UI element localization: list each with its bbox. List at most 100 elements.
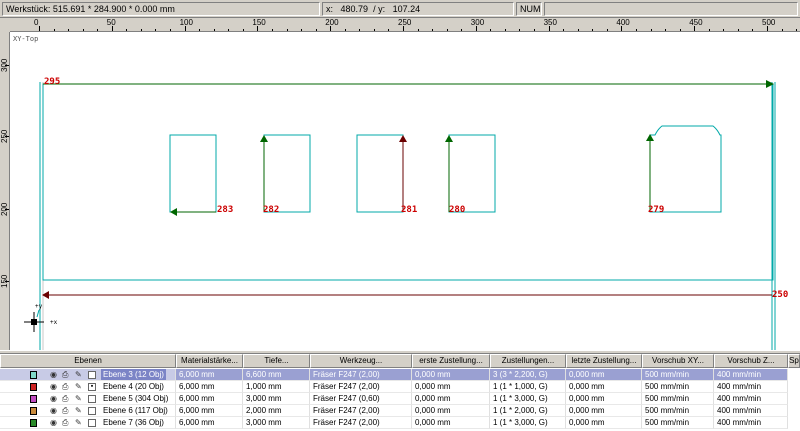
layer-first-cell[interactable]: 0,000 mm bbox=[412, 417, 490, 429]
layer-checkbox[interactable] bbox=[88, 395, 96, 403]
column-header[interactable]: erste Zustellung... bbox=[412, 354, 490, 368]
layer-color-swatch[interactable] bbox=[30, 419, 37, 427]
edit-pencil-icon[interactable]: ✎ bbox=[75, 418, 82, 428]
edit-pencil-icon[interactable]: ✎ bbox=[75, 370, 82, 380]
layer-checkbox[interactable] bbox=[88, 371, 96, 379]
layer-name[interactable]: Ebene 6 (117 Obj) bbox=[101, 405, 170, 416]
layer-fxy-cell[interactable]: 500 mm/min bbox=[642, 381, 714, 393]
edit-pencil-icon[interactable]: ✎ bbox=[75, 406, 82, 416]
cad-drawing[interactable]: XY-Top 295 283 282 281 280 279 250 +x +y bbox=[10, 32, 800, 350]
layer-name[interactable]: Ebene 4 (20 Obj) bbox=[101, 381, 166, 392]
layer-mat-cell[interactable]: 6,000 mm bbox=[176, 417, 243, 429]
layer-tool-cell[interactable]: Fräser F247 (2,00) bbox=[310, 417, 412, 429]
visibility-eye-icon[interactable]: ◉ bbox=[50, 370, 57, 380]
layer-fz-cell[interactable]: 400 mm/min bbox=[714, 369, 788, 381]
pocket-281[interactable] bbox=[356, 134, 404, 213]
layer-depth-cell[interactable]: 3,000 mm bbox=[243, 417, 310, 429]
layer-last-cell[interactable]: 0,000 mm bbox=[566, 405, 642, 417]
layer-last-cell[interactable]: 0,000 mm bbox=[566, 369, 642, 381]
layer-steps-cell[interactable]: 1 (1 * 3,000, G) bbox=[490, 393, 566, 405]
column-header[interactable]: Vorschub Z... bbox=[714, 354, 788, 368]
layer-first-cell[interactable]: 0,000 mm bbox=[412, 393, 490, 405]
layer-name-cell[interactable]: ◉ ⎙ ✎ Ebene 5 (304 Obj) bbox=[0, 393, 176, 405]
visibility-eye-icon[interactable]: ◉ bbox=[50, 418, 57, 428]
layer-row[interactable]: ◉ ⎙ ✎ Ebene 5 (304 Obj) 6,000 mm 3,000 mm Fräs… bbox=[0, 393, 800, 405]
layer-name-cell[interactable]: ◉ ⎙ ✎ Ebene 7 (36 Obj) bbox=[0, 417, 176, 429]
layer-tool-cell[interactable]: Fräser F247 (0,60) bbox=[310, 393, 412, 405]
layer-mat-cell[interactable]: 6,000 mm bbox=[176, 393, 243, 405]
print-icon[interactable]: ⎙ bbox=[62, 406, 68, 416]
layer-fz-cell[interactable]: 400 mm/min bbox=[714, 405, 788, 417]
layer-fz-cell[interactable]: 400 mm/min bbox=[714, 381, 788, 393]
layer-color-swatch[interactable] bbox=[30, 383, 37, 391]
pocket-279[interactable] bbox=[649, 125, 722, 213]
outer-contour[interactable] bbox=[42, 83, 774, 281]
layer-tool-cell[interactable]: Fräser F247 (2,00) bbox=[310, 381, 412, 393]
print-icon[interactable]: ⎙ bbox=[62, 382, 68, 392]
layer-first-cell[interactable]: 0,000 mm bbox=[412, 369, 490, 381]
layer-name-cell[interactable]: ◉ ⎙ ✎ ▪ Ebene 4 (20 Obj) bbox=[0, 381, 176, 393]
layer-mat-cell[interactable]: 6,000 mm bbox=[176, 405, 243, 417]
layer-row[interactable]: ◉ ⎙ ✎ ▪ Ebene 4 (20 Obj) 6,000 mm 1,000 mm Fräs… bbox=[0, 381, 800, 393]
layer-name[interactable]: Ebene 7 (36 Obj) bbox=[101, 417, 166, 428]
column-header[interactable]: Zustellungen... bbox=[490, 354, 566, 368]
layer-fxy-cell[interactable]: 500 mm/min bbox=[642, 369, 714, 381]
edit-pencil-icon[interactable]: ✎ bbox=[75, 382, 82, 392]
layer-row[interactable]: ◉ ⎙ ✎ Ebene 6 (117 Obj) 6,000 mm 2,000 mm Fräs… bbox=[0, 405, 800, 417]
layer-tool-cell[interactable]: Fräser F247 (2,00) bbox=[310, 405, 412, 417]
layer-mat-cell[interactable]: 6,000 mm bbox=[176, 381, 243, 393]
layer-fz-cell[interactable]: 400 mm/min bbox=[714, 417, 788, 429]
layer-checkbox[interactable] bbox=[88, 407, 96, 415]
layer-steps-cell[interactable]: 3 (3 * 2,200, G) bbox=[490, 369, 566, 381]
layer-mat-cell[interactable]: 6,000 mm bbox=[176, 369, 243, 381]
print-icon[interactable]: ⎙ bbox=[62, 370, 68, 380]
visibility-eye-icon[interactable]: ◉ bbox=[50, 394, 57, 404]
layer-first-cell[interactable]: 0,000 mm bbox=[412, 381, 490, 393]
layer-depth-cell[interactable]: 1,000 mm bbox=[243, 381, 310, 393]
layer-name[interactable]: Ebene 5 (304 Obj) bbox=[101, 393, 170, 404]
layer-checkbox[interactable] bbox=[88, 419, 96, 427]
h-ruler-minor-tick bbox=[708, 29, 710, 31]
print-icon[interactable]: ⎙ bbox=[62, 394, 68, 404]
print-icon[interactable]: ⎙ bbox=[62, 418, 68, 428]
visibility-eye-icon[interactable]: ◉ bbox=[50, 406, 57, 416]
layer-name-cell[interactable]: ◉ ⎙ ✎ Ebene 3 (12 Obj) bbox=[0, 369, 176, 381]
layer-depth-cell[interactable]: 6,600 mm bbox=[243, 369, 310, 381]
column-header[interactable]: letzte Zustellung... bbox=[566, 354, 642, 368]
layer-last-cell[interactable]: 0,000 mm bbox=[566, 393, 642, 405]
layer-color-swatch[interactable] bbox=[30, 395, 37, 403]
layer-name[interactable]: Ebene 3 (12 Obj) bbox=[101, 369, 166, 380]
pocket-283[interactable] bbox=[169, 134, 217, 213]
layer-steps-cell[interactable]: 1 (1 * 3,000, G) bbox=[490, 417, 566, 429]
layer-fz-cell[interactable]: 400 mm/min bbox=[714, 393, 788, 405]
layer-steps-cell[interactable]: 1 (1 * 2,000, G) bbox=[490, 405, 566, 417]
layer-color-swatch[interactable] bbox=[30, 407, 37, 415]
y-label: / y: bbox=[373, 4, 386, 14]
visibility-eye-icon[interactable]: ◉ bbox=[50, 382, 57, 392]
layer-steps-cell[interactable]: 1 (1 * 1,000, G) bbox=[490, 381, 566, 393]
layer-color-swatch[interactable] bbox=[30, 371, 37, 379]
edit-pencil-icon[interactable]: ✎ bbox=[75, 394, 82, 404]
column-header[interactable]: Werkzeug... bbox=[310, 354, 412, 368]
layer-depth-cell[interactable]: 2,000 mm bbox=[243, 405, 310, 417]
column-header[interactable]: Materialstärke... bbox=[176, 354, 243, 368]
layer-checkbox[interactable]: ▪ bbox=[88, 383, 96, 391]
pocket-280[interactable] bbox=[448, 134, 496, 213]
pocket-282[interactable] bbox=[263, 134, 311, 213]
column-header[interactable]: Vorschub XY... bbox=[642, 354, 714, 368]
layer-last-cell[interactable]: 0,000 mm bbox=[566, 381, 642, 393]
layer-name-cell[interactable]: ◉ ⎙ ✎ Ebene 6 (117 Obj) bbox=[0, 405, 176, 417]
layer-row[interactable]: ◉ ⎙ ✎ Ebene 3 (12 Obj) 6,000 mm 6,600 mm Fräse… bbox=[0, 369, 800, 381]
layer-row[interactable]: ◉ ⎙ ✎ Ebene 7 (36 Obj) 6,000 mm 3,000 mm Fräse… bbox=[0, 417, 800, 429]
layer-fxy-cell[interactable]: 500 mm/min bbox=[642, 405, 714, 417]
layer-fxy-cell[interactable]: 500 mm/min bbox=[642, 393, 714, 405]
column-header[interactable]: Sp bbox=[788, 354, 800, 368]
column-header[interactable]: Tiefe... bbox=[243, 354, 310, 368]
layer-tool-cell[interactable]: Fräser F247 (2,00) bbox=[310, 369, 412, 381]
drawing-canvas[interactable]: XY-Top 295 283 282 281 280 279 250 +x +y bbox=[10, 32, 800, 350]
layer-last-cell[interactable]: 0,000 mm bbox=[566, 417, 642, 429]
layer-fxy-cell[interactable]: 500 mm/min bbox=[642, 417, 714, 429]
layer-first-cell[interactable]: 0,000 mm bbox=[412, 405, 490, 417]
layer-depth-cell[interactable]: 3,000 mm bbox=[243, 393, 310, 405]
column-header[interactable]: Ebenen bbox=[0, 354, 176, 368]
